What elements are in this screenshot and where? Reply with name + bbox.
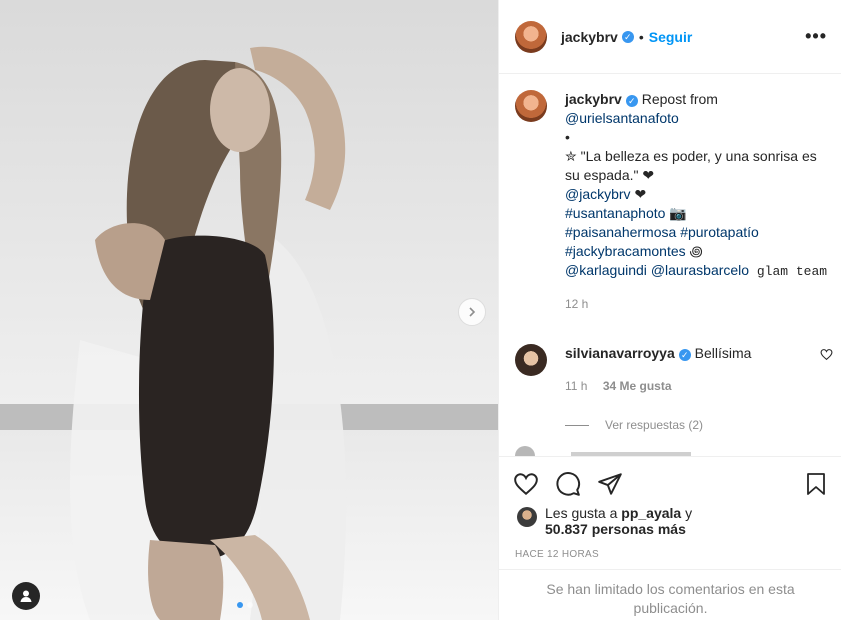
author-avatar[interactable] bbox=[515, 20, 547, 53]
carousel-dots bbox=[237, 602, 253, 608]
chevron-right-icon bbox=[469, 307, 476, 317]
paper-plane-icon[interactable] bbox=[597, 471, 623, 497]
repost-handle-link[interactable]: @urielsantanafoto bbox=[565, 110, 679, 126]
post-actions: Les gusta a pp_ayala y 50.837 personas m… bbox=[499, 456, 841, 620]
likes-summary: Les gusta a pp_ayala y 50.837 personas m… bbox=[499, 501, 841, 537]
heart-icon[interactable] bbox=[513, 471, 539, 497]
comment-text: Bellísima bbox=[694, 345, 752, 361]
action-icons bbox=[499, 457, 841, 501]
caption-dot: • bbox=[565, 129, 570, 145]
photo-subject bbox=[70, 46, 347, 620]
post-timestamp[interactable]: HACE 12 HORAS bbox=[499, 537, 841, 560]
mention-link[interactable]: @jackybrv bbox=[565, 186, 631, 202]
hashtag-link[interactable]: #paisanahermosa bbox=[565, 224, 676, 240]
comments-list[interactable]: jackybrv ✓ Repost from @urielsantanafoto … bbox=[515, 90, 835, 452]
comment-icon[interactable] bbox=[555, 471, 581, 497]
user-tags-button[interactable] bbox=[12, 582, 40, 610]
caption-time[interactable]: 12 h bbox=[565, 295, 835, 314]
next-comment-peek bbox=[515, 446, 835, 456]
verified-badge-icon: ✓ bbox=[678, 349, 691, 361]
comment-meta: 11 h 34 Me gusta bbox=[565, 377, 835, 396]
likes-text: Les gusta a pp_ayala y 50.837 personas m… bbox=[545, 505, 692, 537]
carousel-dot bbox=[247, 602, 253, 608]
hashtag-link[interactable]: #usantanaphoto bbox=[565, 205, 665, 221]
camera-emoji: 📷 bbox=[665, 205, 687, 221]
view-replies-label: Ver respuestas (2) bbox=[605, 418, 704, 432]
comment-item: silvianavarroyya ✓ Bellísima 11 h 34 Me g… bbox=[515, 344, 835, 396]
hashtag-link[interactable]: #purotapatío bbox=[680, 224, 759, 240]
comment-likes[interactable]: 34 Me gusta bbox=[603, 379, 672, 393]
verified-badge-icon: ✓ bbox=[621, 30, 634, 43]
comment-body: silvianavarroyya ✓ Bellísima 11 h 34 Me g… bbox=[565, 344, 835, 396]
comment-like-heart-icon[interactable] bbox=[820, 348, 833, 361]
post-side-panel: jackybrv ✓ • Seguir ••• jackybrv ✓ Repost… bbox=[498, 0, 841, 620]
glam-team-text: glam team bbox=[749, 264, 828, 279]
caption: jackybrv ✓ Repost from @urielsantanafoto … bbox=[515, 90, 835, 314]
commenter-avatar[interactable] bbox=[515, 344, 547, 376]
likes-count[interactable]: 50.837 personas más bbox=[545, 521, 686, 537]
caption-quote: ✮ "La belleza es poder, y una sonrisa es… bbox=[565, 148, 817, 183]
mention-link[interactable]: @laurasbarcelo bbox=[651, 262, 749, 278]
likes-joiner: y bbox=[685, 505, 693, 521]
replies-divider bbox=[565, 424, 589, 426]
separator-dot: • bbox=[638, 28, 644, 45]
comment-time[interactable]: 11 h bbox=[565, 379, 587, 393]
user-tag-icon bbox=[20, 590, 32, 602]
author-username[interactable]: jackybrv bbox=[561, 29, 618, 45]
bookmark-icon[interactable] bbox=[804, 471, 828, 497]
post-photo[interactable] bbox=[0, 0, 498, 620]
mention-link[interactable]: @karlaguindi bbox=[565, 262, 647, 278]
swirl-emoji: ꩜ bbox=[685, 243, 703, 259]
liker-username[interactable]: pp_ayala bbox=[621, 505, 681, 521]
next-photo-button[interactable] bbox=[458, 298, 486, 326]
likes-prefix: Les gusta a bbox=[545, 505, 618, 521]
verified-badge-icon: ✓ bbox=[625, 95, 638, 107]
comments-limited-notice: Se han limitado los comentarios en esta … bbox=[499, 569, 841, 618]
commenter-username[interactable]: silvianavarroyya bbox=[565, 345, 675, 361]
carousel-dot-active bbox=[237, 602, 243, 608]
liker-avatar[interactable] bbox=[517, 507, 537, 527]
repost-label: Repost from bbox=[641, 91, 718, 107]
more-options-icon[interactable]: ••• bbox=[805, 26, 827, 47]
caption-emoji: ❤ bbox=[630, 186, 647, 202]
post-header: jackybrv ✓ • Seguir ••• bbox=[499, 0, 841, 74]
follow-button[interactable]: Seguir bbox=[649, 29, 693, 45]
caption-username[interactable]: jackybrv bbox=[565, 91, 622, 107]
caption-text: jackybrv ✓ Repost from @urielsantanafoto … bbox=[565, 90, 835, 314]
hashtag-link[interactable]: #jackybracamontes bbox=[565, 243, 686, 259]
caption-avatar[interactable] bbox=[515, 90, 547, 122]
view-replies-button[interactable]: Ver respuestas (2) bbox=[565, 418, 835, 432]
